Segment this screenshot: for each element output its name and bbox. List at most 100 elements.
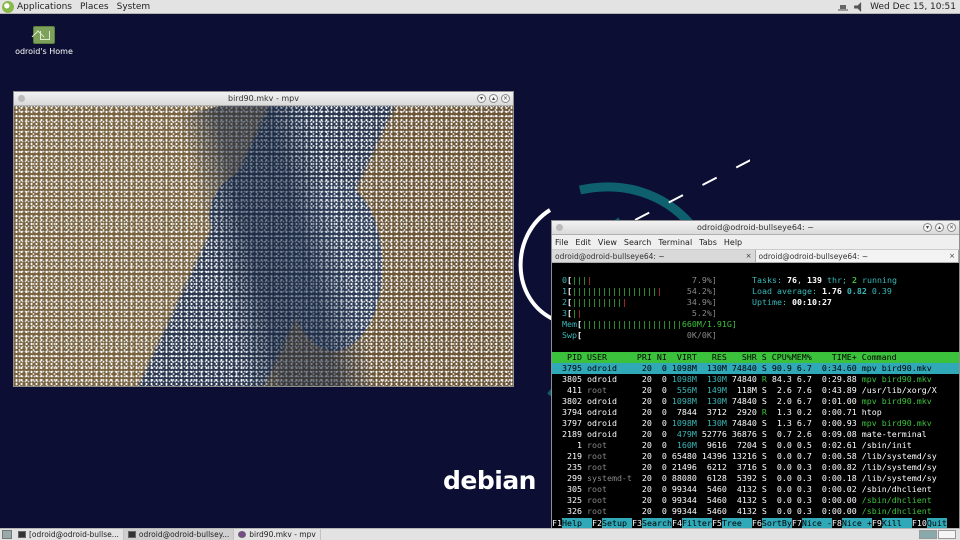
- menu-places[interactable]: Places: [80, 2, 109, 12]
- terminal-titlebar[interactable]: odroid@odroid-bullseye64: ~ ▾ ▴ ×: [552, 221, 959, 235]
- mpv-window[interactable]: bird90.mkv - mpv ▾ ▴ ×: [13, 91, 514, 387]
- process-row[interactable]: 411 root 20 0 556M 149M 118M S 2.6 7.6 0…: [552, 385, 959, 396]
- process-res: 3712: [701, 407, 732, 417]
- close-tab-icon[interactable]: ×: [949, 252, 955, 260]
- home-folder-label: odroid's Home: [15, 47, 73, 56]
- process-mem: 6.7: [791, 363, 822, 373]
- clock[interactable]: Wed Dec 15, 10:51: [870, 2, 956, 12]
- menu-file[interactable]: File: [555, 238, 568, 247]
- mem-value: 660M/1.91G]: [681, 319, 737, 329]
- network-icon[interactable]: [838, 2, 849, 12]
- process-mem: 7.6: [791, 385, 822, 395]
- uptime-value: 00:10:27: [791, 297, 832, 307]
- fkey-key: F4: [671, 518, 682, 528]
- process-state: S: [761, 396, 772, 406]
- process-row[interactable]: 326 root 20 0 99344 5460 4132 S 0.0 0.3 …: [552, 506, 959, 517]
- mem-label: Mem: [562, 319, 577, 329]
- close-icon[interactable]: ×: [501, 94, 510, 103]
- process-state: S: [761, 418, 772, 428]
- process-time: 0:34.60: [821, 363, 862, 373]
- volume-icon[interactable]: [854, 2, 862, 12]
- debian-wordmark: debian: [443, 466, 536, 495]
- taskbar-item-terminal-1[interactable]: [odroid@odroid-bullse...: [14, 529, 124, 540]
- workspace-2[interactable]: [938, 530, 956, 539]
- minimize-icon[interactable]: ▾: [923, 223, 932, 232]
- process-virt: 7844: [671, 407, 702, 417]
- process-cpu: 2.6: [771, 385, 792, 395]
- close-tab-icon[interactable]: ×: [746, 252, 752, 260]
- menu-terminal[interactable]: Terminal: [658, 238, 692, 247]
- load-5: 0.82: [846, 286, 867, 296]
- process-cpu: 0.0: [771, 451, 792, 461]
- process-res: 149M: [701, 385, 732, 395]
- process-mem: 0.3: [791, 462, 822, 472]
- close-icon[interactable]: ×: [947, 223, 956, 232]
- process-ni: 0: [656, 473, 672, 483]
- process-pri: 20: [636, 484, 657, 494]
- process-row[interactable]: 1 root 20 0 160M 9616 7204 S 0.0 0.5 0:0…: [552, 440, 959, 451]
- show-desktop-icon[interactable]: [2, 530, 12, 539]
- process-command: mpv bird90.mkv: [861, 374, 932, 384]
- process-row[interactable]: 3802 odroid 20 0 1098M 130M 74840 S 2.0 …: [552, 396, 959, 407]
- terminal-tab-1[interactable]: odroid@odroid-bullseye64: ~ ×: [552, 250, 756, 262]
- process-user: root: [586, 506, 637, 516]
- menu-applications[interactable]: Applications: [17, 2, 72, 12]
- process-ni: 0: [656, 451, 672, 461]
- workspace-1[interactable]: [919, 530, 937, 539]
- process-table: PID USER PRI NI VIRT RES SHR S CPU%MEM% …: [552, 352, 959, 517]
- menu-search[interactable]: Search: [624, 238, 651, 247]
- window-menu-icon[interactable]: [556, 224, 563, 231]
- home-folder-desktop-icon[interactable]: odroid's Home: [14, 26, 74, 56]
- window-menu-icon[interactable]: [18, 95, 25, 102]
- menu-tabs[interactable]: Tabs: [699, 238, 717, 247]
- htop-screen[interactable]: 0[|||| 7.9%] 1[|||||||||||||||||| 54.2%]…: [552, 264, 959, 529]
- top-panel: Applications Places System Wed Dec 15, 1…: [0, 0, 960, 14]
- process-mem: 0.2: [791, 407, 822, 417]
- process-row[interactable]: 3794 odroid 20 0 7844 3712 2920 R 1.3 0.…: [552, 407, 959, 418]
- uptime-label: Uptime:: [752, 297, 787, 307]
- fkey-key: F3: [631, 518, 642, 528]
- process-state: R: [761, 374, 772, 384]
- fkey-label: Search: [641, 518, 672, 528]
- process-row[interactable]: 2189 odroid 20 0 479M 52776 36876 S 0.7 …: [552, 429, 959, 440]
- process-row[interactable]: 3795 odroid 20 0 1098M 130M 74840 S 90.9…: [552, 363, 959, 374]
- fkey-label: Nice +: [841, 518, 872, 528]
- process-ni: 0: [656, 484, 672, 494]
- process-row[interactable]: 305 root 20 0 99344 5460 4132 S 0.0 0.3 …: [552, 484, 959, 495]
- workspace-switcher[interactable]: [919, 530, 956, 539]
- process-row[interactable]: 299 systemd-t 20 0 88080 6128 5392 S 0.0…: [552, 473, 959, 484]
- taskbar-item-terminal-2[interactable]: odroid@odroid-bullsey...: [123, 529, 235, 540]
- minimize-icon[interactable]: ▾: [477, 94, 486, 103]
- process-state: S: [761, 495, 772, 505]
- maximize-icon[interactable]: ▴: [489, 94, 498, 103]
- maximize-icon[interactable]: ▴: [935, 223, 944, 232]
- process-row[interactable]: 3797 odroid 20 0 1098M 130M 74840 S 1.3 …: [552, 418, 959, 429]
- process-command: /lib/systemd/sy: [861, 473, 937, 483]
- terminal-window[interactable]: odroid@odroid-bullseye64: ~ ▾ ▴ × File E…: [551, 220, 960, 530]
- tasks-count: 76: [786, 275, 797, 285]
- menu-system[interactable]: System: [117, 2, 151, 12]
- process-row[interactable]: 3805 odroid 20 0 1098M 130M 74840 R 84.3…: [552, 374, 959, 385]
- system-tray: Wed Dec 15, 10:51: [838, 0, 956, 14]
- terminal-tab-2[interactable]: odroid@odroid-bullseye64: ~ ×: [755, 250, 959, 262]
- process-res: 5460: [701, 506, 732, 516]
- process-virt: 160M: [671, 440, 702, 450]
- menu-edit[interactable]: Edit: [575, 238, 591, 247]
- menu-logo-icon[interactable]: [2, 0, 14, 13]
- process-cpu: 0.0: [771, 462, 792, 472]
- video-frame[interactable]: [14, 106, 513, 386]
- process-pid: 3795: [552, 363, 587, 373]
- process-cpu: 0.0: [771, 484, 792, 494]
- process-user: odroid: [586, 396, 637, 406]
- taskbar-item-mpv[interactable]: bird90.mkv - mpv: [234, 529, 321, 540]
- menu-view[interactable]: View: [598, 238, 617, 247]
- process-row[interactable]: 219 root 20 0 65480 14396 13216 S 0.0 0.…: [552, 451, 959, 462]
- process-row[interactable]: 235 root 20 0 21496 6212 3716 S 0.0 0.3 …: [552, 462, 959, 473]
- mem-bar: ||||||||||||||||||||: [582, 319, 682, 329]
- process-pri: 20: [636, 374, 657, 384]
- process-cpu: 84.3: [771, 374, 792, 384]
- mpv-titlebar[interactable]: bird90.mkv - mpv ▾ ▴ ×: [14, 92, 513, 106]
- process-row[interactable]: 325 root 20 0 99344 5460 4132 S 0.0 0.3 …: [552, 495, 959, 506]
- menu-help[interactable]: Help: [724, 238, 742, 247]
- process-ni: 0: [656, 506, 672, 516]
